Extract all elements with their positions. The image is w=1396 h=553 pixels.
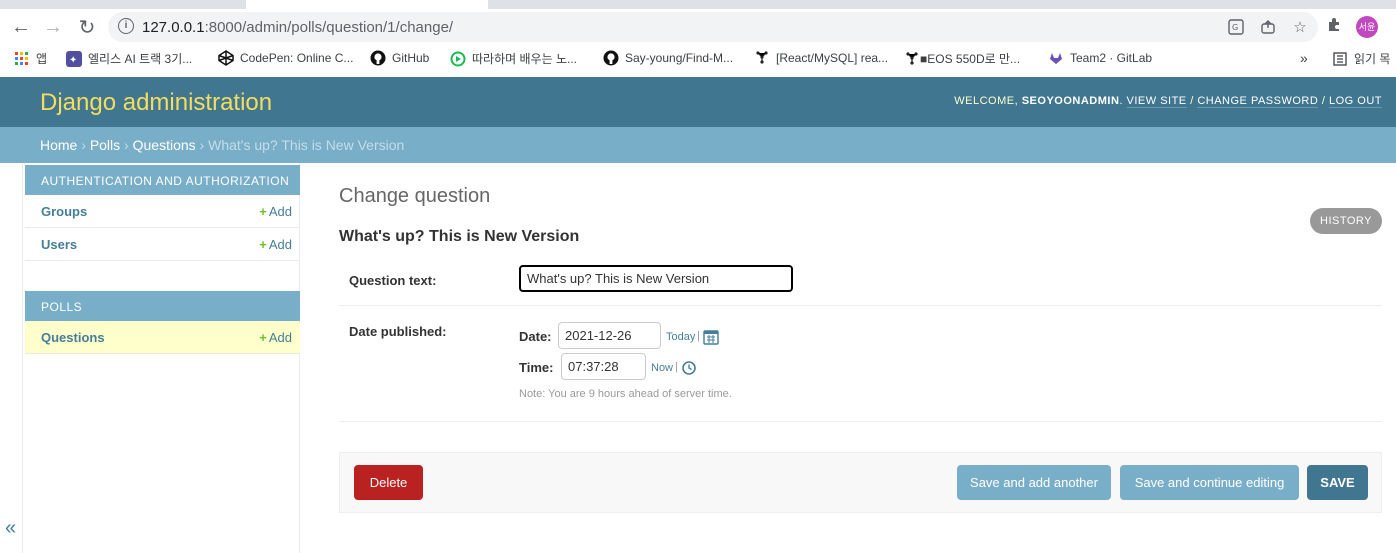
save-button[interactable]: SAVE: [1307, 465, 1368, 500]
breadcrumb-polls[interactable]: Polls: [90, 137, 120, 153]
bookmark-github[interactable]: GitHub: [370, 50, 429, 66]
browser-tabstrip: [0, 0, 1396, 9]
add-group-link[interactable]: + Add: [259, 204, 292, 219]
user-tools: Welcome, seoyoonadmin. View site / Chang…: [954, 95, 1382, 108]
extensions-icon[interactable]: [1326, 17, 1342, 38]
github-icon: [603, 50, 619, 66]
bookmark-apps[interactable]: 앱: [14, 50, 47, 67]
time-input[interactable]: 07:37:28: [561, 353, 646, 380]
nav-sidebar: Authentication and Authorization Groups …: [22, 163, 300, 553]
date-label: Date:: [519, 329, 552, 344]
save-and-add-another-button[interactable]: Save and add another: [957, 465, 1111, 500]
translate-icon[interactable]: G: [1226, 17, 1246, 37]
bookmark-react-mysql[interactable]: [React/MySQL] rea...: [754, 50, 888, 66]
gitlab-icon: [1048, 50, 1064, 66]
reading-list-icon: [1332, 51, 1348, 67]
share-icon[interactable]: [1258, 17, 1278, 37]
back-icon[interactable]: ←: [6, 9, 36, 45]
object-title: What's up? This is New Version: [339, 228, 580, 245]
page-title: Change question: [339, 185, 491, 207]
plus-icon: +: [259, 237, 267, 252]
username: seoyoonadmin: [1021, 95, 1120, 107]
timezone-help-text: Note: You are 9 hours ahead of server ti…: [519, 388, 732, 400]
plus-icon: +: [259, 330, 267, 345]
clock-icon[interactable]: [682, 361, 696, 380]
bookmarks-bar: 앱 ✦ 엘리스 AI 트랙 3기... CodePen: Online C...…: [0, 45, 1396, 73]
address-bar[interactable]: i 127.0.0.1:8000/admin/polls/question/1/…: [108, 12, 1318, 42]
today-link[interactable]: Today: [666, 331, 695, 343]
browser-toolbar: ← → ↻ i 127.0.0.1:8000/admin/polls/quest…: [0, 9, 1396, 45]
now-link[interactable]: Now: [651, 362, 673, 374]
module-auth-caption[interactable]: Authentication and Authorization: [25, 165, 300, 195]
date-input[interactable]: 2021-12-26: [558, 322, 661, 349]
time-label: Time:: [519, 360, 554, 375]
add-user-link[interactable]: + Add: [259, 237, 292, 252]
admin-header: Django administration Welcome, seoyoonad…: [0, 77, 1396, 127]
view-site-link[interactable]: View site: [1126, 95, 1187, 108]
question-text-label: Question text:: [349, 273, 437, 288]
tree-icon: [754, 50, 770, 66]
plus-icon: +: [259, 204, 267, 219]
apps-grid-icon: [14, 51, 30, 67]
breadcrumb-home[interactable]: Home: [40, 137, 77, 153]
forward-icon[interactable]: →: [38, 9, 68, 45]
browser-active-tab[interactable]: [246, 0, 488, 9]
toggle-sidebar-button[interactable]: «: [5, 517, 16, 540]
submit-row: Delete Save and add another Save and con…: [339, 452, 1382, 513]
bookmark-codepen[interactable]: CodePen: Online C...: [218, 50, 353, 66]
reading-list[interactable]: 읽기 목: [1332, 50, 1390, 67]
bookmark-course[interactable]: 따라하며 배우는 노...: [450, 50, 577, 67]
sidebar-item-questions[interactable]: Questions + Add: [25, 321, 300, 354]
course-icon: [450, 51, 466, 67]
change-password-link[interactable]: Change password: [1197, 95, 1319, 108]
bookmark-eos[interactable]: ■EOS 550D로 만...: [904, 50, 1020, 67]
tree-icon: [904, 51, 920, 67]
sidebar-item-users[interactable]: Users + Add: [25, 228, 300, 261]
sidebar-item-groups[interactable]: Groups + Add: [25, 195, 300, 228]
profile-avatar[interactable]: 서윤: [1356, 16, 1378, 38]
svg-text:G: G: [1232, 23, 1238, 32]
save-and-continue-button[interactable]: Save and continue editing: [1120, 465, 1299, 500]
calendar-icon[interactable]: [703, 329, 719, 350]
bookmarks-overflow[interactable]: »: [1300, 50, 1308, 66]
form-divider: [339, 421, 1382, 422]
breadcrumb: Home › Polls › Questions › What's up? Th…: [0, 127, 1396, 163]
breadcrumb-current: What's up? This is New Version: [208, 137, 405, 153]
codepen-icon: [218, 50, 234, 66]
reload-icon[interactable]: ↻: [72, 9, 102, 45]
url-text[interactable]: 127.0.0.1:8000/admin/polls/question/1/ch…: [142, 19, 453, 36]
bookmark-elice[interactable]: ✦ 엘리스 AI 트랙 3기...: [66, 50, 192, 67]
site-info-icon[interactable]: i: [118, 18, 134, 34]
log-out-link[interactable]: Log out: [1328, 95, 1382, 108]
bookmark-star-icon[interactable]: ☆: [1290, 17, 1310, 37]
form-divider: [339, 305, 1382, 306]
history-button[interactable]: History: [1310, 208, 1382, 234]
bookmark-gitlab[interactable]: Team2 · GitLab: [1048, 50, 1152, 66]
chevron-double-right-icon: »: [1300, 50, 1308, 66]
site-branding[interactable]: Django administration: [40, 89, 272, 117]
elice-icon: ✦: [66, 50, 82, 67]
github-icon: [370, 50, 386, 66]
module-polls-caption[interactable]: Polls: [25, 291, 300, 321]
delete-button[interactable]: Delete: [354, 465, 423, 500]
date-published-label: Date published:: [349, 324, 447, 339]
breadcrumb-questions[interactable]: Questions: [133, 137, 196, 153]
question-text-input[interactable]: What's up? This is New Version: [519, 265, 793, 292]
svg-text:✦: ✦: [69, 55, 77, 66]
bookmark-find-m[interactable]: Say-young/Find-M...: [603, 50, 733, 66]
add-question-link[interactable]: + Add: [259, 330, 292, 345]
